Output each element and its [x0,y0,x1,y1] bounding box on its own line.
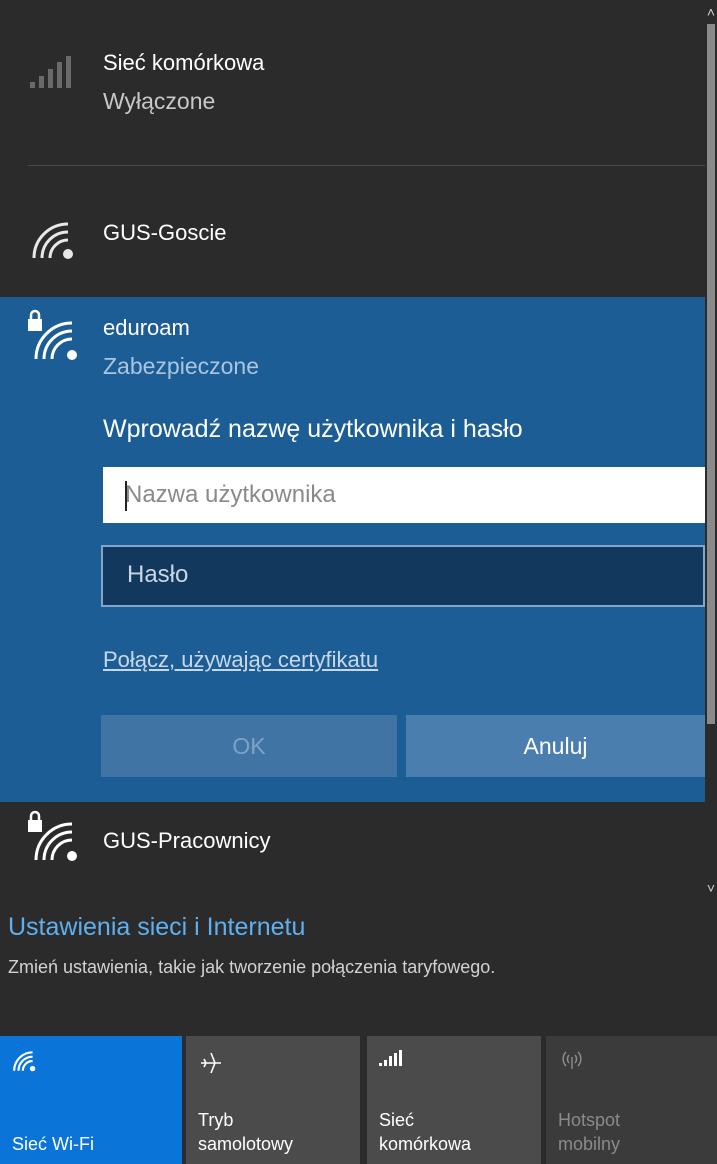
cellular-network-item[interactable]: Sieć komórkowa Wyłączone [0,0,705,165]
cellular-tile-label: Sieć komórkowa [379,1108,471,1156]
wifi-icon [13,1051,36,1072]
mobile-hotspot-tile[interactable]: Hotspot mobilny [546,1036,717,1164]
network-name: GUS-Pracownicy [103,828,271,853]
tile-label-line: Hotspot [558,1110,621,1130]
wifi-network-item-expanded: eduroam Zabezpieczone Wprowadź nazwę uży… [0,297,705,802]
airplane-mode-tile-label: Tryb samolotowy [198,1108,293,1156]
scrollbar-thumb[interactable] [707,24,715,724]
chevron-up-icon[interactable]: ˄ [705,0,717,24]
tile-label-line: Sieć [379,1110,415,1130]
ok-button[interactable]: OK [101,715,397,777]
cellular-signal-icon [30,56,71,88]
wifi-network-item[interactable]: GUS-Pracownicy [0,802,705,902]
tile-label-line: komórkowa [379,1134,472,1154]
cancel-button[interactable]: Anuluj [406,715,705,777]
wifi-tile-label: Sieć Wi-Fi [12,1134,94,1154]
username-placeholder: Nazwa użytkownika [125,481,336,508]
network-security-status: Zabezpieczone [103,353,259,379]
username-input[interactable]: Nazwa użytkownika [103,467,705,523]
password-placeholder: Hasło [127,561,189,588]
airplane-mode-tile[interactable]: Tryb samolotowy [186,1036,360,1164]
divider [28,165,705,166]
scrollbar[interactable]: ˄ ˅ [705,0,717,900]
mobile-hotspot-tile-label: Hotspot mobilny [558,1108,620,1156]
cellular-tile[interactable]: Sieć komórkowa [367,1036,541,1164]
tile-label-line: samolotowy [198,1134,294,1154]
hotspot-icon [562,1051,582,1069]
wifi-network-item[interactable]: GUS-Goscie [0,170,705,295]
wifi-secured-icon [28,309,77,360]
connect-with-certificate-link[interactable]: Połącz, używając certyfikatu [103,647,378,673]
tile-label-line: mobilny [558,1134,621,1154]
tile-label-line: Tryb [198,1110,234,1130]
chevron-down-icon[interactable]: ˅ [705,876,717,900]
cellular-name: Sieć komórkowa [103,50,265,75]
credentials-prompt: Wprowadź nazwę użytkownika i hasło [103,415,523,443]
network-flyout: Sieć komórkowa Wyłączone GUS-Goscie edur… [0,0,717,1164]
wifi-icon [32,222,73,259]
cellular-signal-icon [379,1050,402,1066]
password-input[interactable]: Hasło [101,545,705,607]
network-settings-description: Zmień ustawienia, takie jak tworzenie po… [8,957,496,977]
airplane-icon [201,1052,221,1074]
cellular-status: Wyłączone [103,88,216,114]
wifi-tile[interactable]: Sieć Wi-Fi [0,1036,182,1164]
network-name: GUS-Goscie [103,220,227,245]
network-name: eduroam [103,315,190,340]
network-settings-link[interactable]: Ustawienia sieci i Internetu [8,913,305,942]
wifi-secured-icon [28,810,77,861]
